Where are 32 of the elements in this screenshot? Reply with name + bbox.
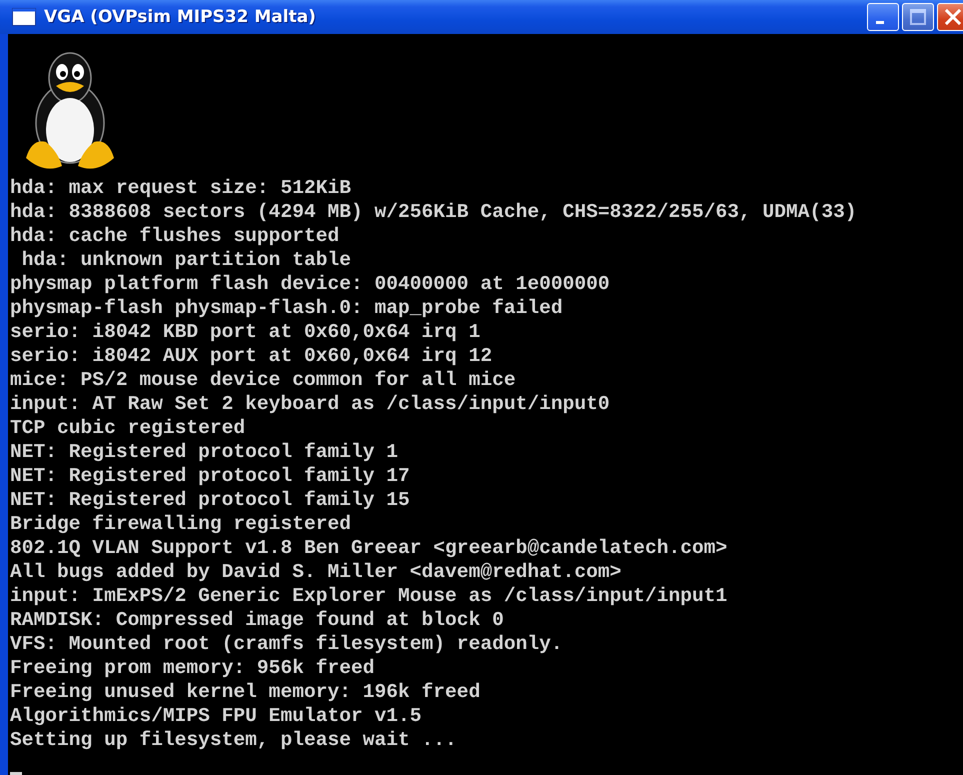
window-title: VGA (OVPsim MIPS32 Malta) bbox=[44, 7, 317, 27]
minimize-button[interactable] bbox=[867, 3, 899, 31]
console-line: Freeing unused kernel memory: 196k freed bbox=[10, 680, 482, 704]
console-line: Freeing prom memory: 956k freed bbox=[10, 656, 376, 680]
console-line: hda: max request size: 512KiB bbox=[10, 176, 352, 200]
console-line: NET: Registered protocol family 17 bbox=[10, 464, 411, 488]
console-line: hda: cache flushes supported bbox=[10, 224, 340, 248]
console-line: RAMDISK: Compressed image found at block 0 bbox=[10, 608, 505, 632]
close-button[interactable] bbox=[937, 3, 963, 31]
console-line: hda: unknown partition table bbox=[20, 248, 352, 272]
minimize-icon bbox=[876, 20, 884, 24]
console-line: physmap-flash physmap-flash.0: map_probe failed bbox=[10, 296, 564, 320]
console-line: Setting up filesystem, please wait ... bbox=[10, 728, 458, 752]
console-line: 802.1Q VLAN Support v1.8 Ben Greear <greearb@candelatech.com> bbox=[10, 536, 728, 560]
window-icon bbox=[12, 8, 36, 26]
console-line: serio: i8042 AUX port at 0x60,0x64 irq 12 bbox=[10, 344, 494, 368]
console-line: hda: 8388608 sectors (4294 MB) w/256KiB Cache, CHS=8322/255/63, UDMA(33) bbox=[10, 200, 858, 224]
console-line: Bridge firewalling registered bbox=[10, 512, 352, 536]
console-line: All bugs added by David S. Miller <davem@redhat.com> bbox=[10, 560, 622, 584]
console-line: serio: i8042 KBD port at 0x60,0x64 irq 1 bbox=[10, 320, 482, 344]
console-line: input: ImExPS/2 Generic Explorer Mouse as /class/input/input1 bbox=[10, 584, 728, 608]
console-line: Algorithmics/MIPS FPU Emulator v1.5 bbox=[10, 704, 423, 728]
text-cursor bbox=[10, 772, 22, 775]
console-line: TCP cubic registered bbox=[10, 416, 246, 440]
console-line: VFS: Mounted root (cramfs filesystem) readonly. bbox=[10, 632, 564, 656]
console-line: physmap platform flash device: 00400000 at 1e000000 bbox=[10, 272, 611, 296]
maximize-icon bbox=[909, 8, 927, 26]
close-icon bbox=[944, 8, 962, 26]
console-line: NET: Registered protocol family 15 bbox=[10, 488, 411, 512]
console-line: input: AT Raw Set 2 keyboard as /class/input/input0 bbox=[10, 392, 611, 416]
console-line: mice: PS/2 mouse device common for all mice bbox=[10, 368, 517, 392]
console-line: NET: Registered protocol family 1 bbox=[10, 440, 400, 464]
